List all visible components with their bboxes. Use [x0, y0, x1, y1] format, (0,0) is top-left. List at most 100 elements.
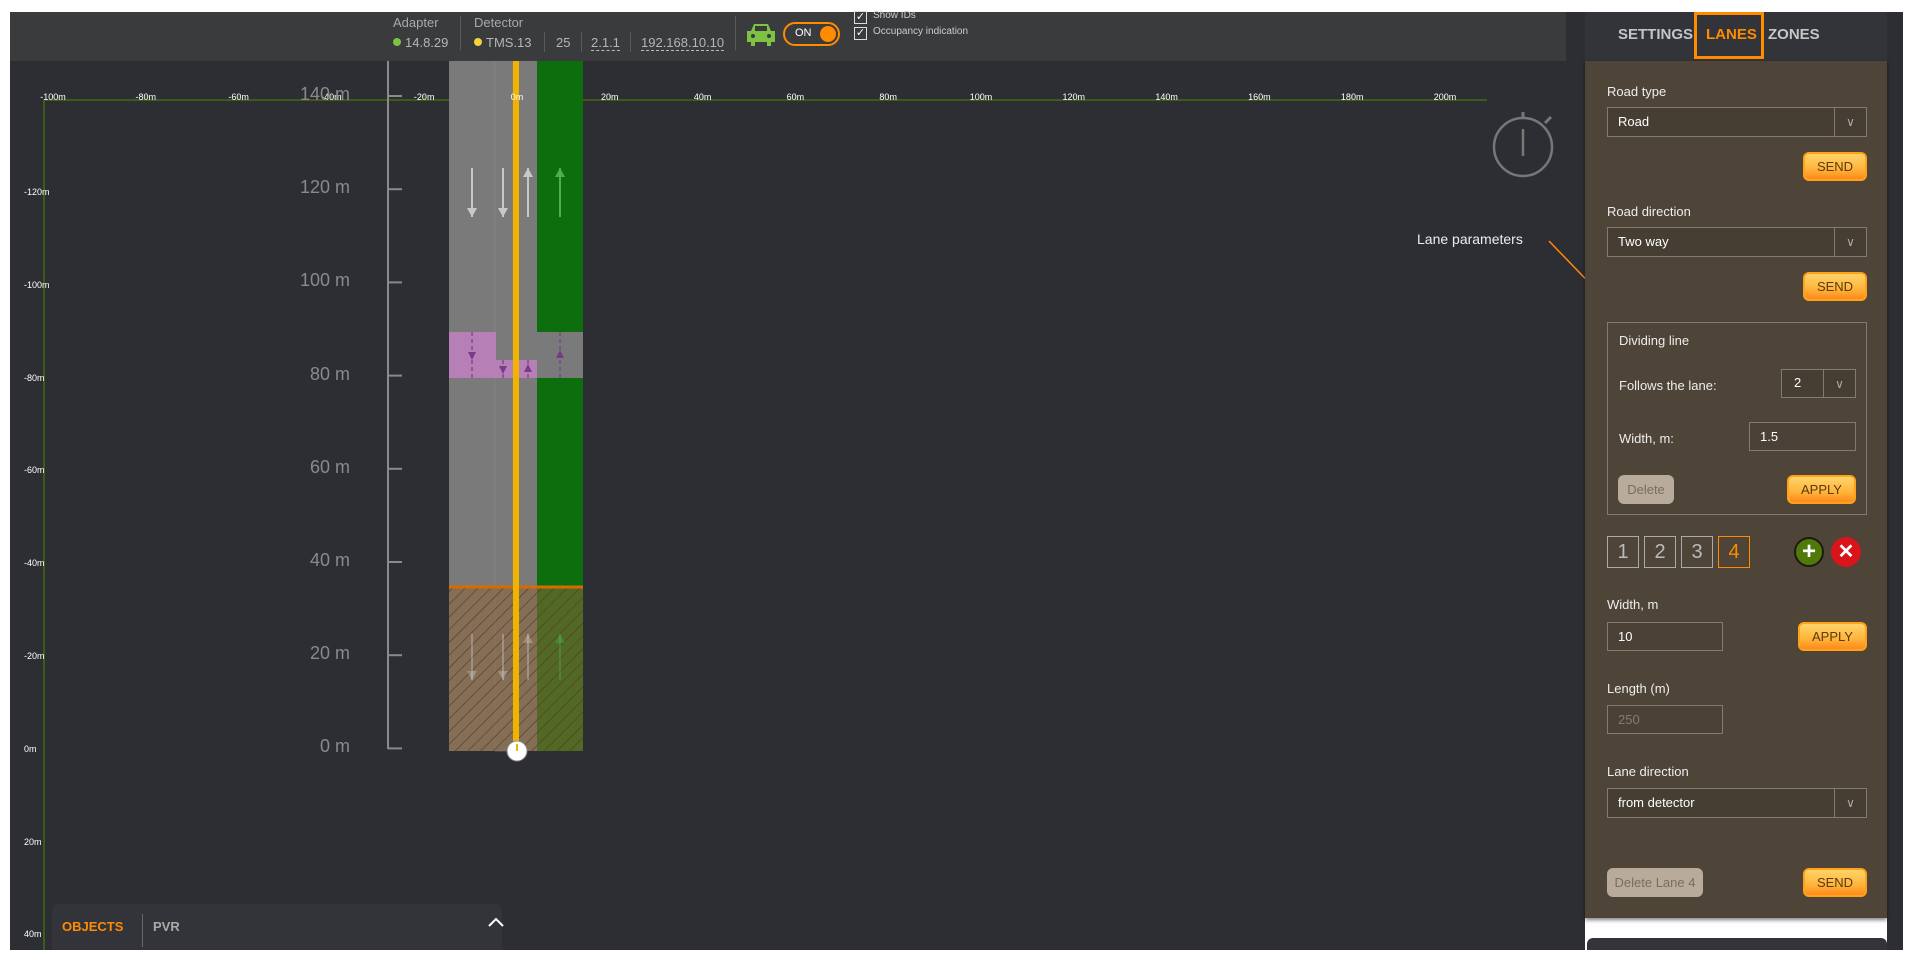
lane-direction-value: from detector — [1618, 795, 1695, 810]
x-axis-label: -20m — [413, 92, 435, 102]
adapter-version-text: 14.8.29 — [405, 35, 449, 50]
y-axis-label: 40m — [24, 929, 42, 940]
detector-status-icon — [474, 38, 482, 46]
lane-button-1[interactable]: 1 — [1607, 536, 1639, 568]
x-axis-label: -60m — [228, 92, 249, 102]
y-axis-label: 20m — [24, 836, 42, 847]
lane-width-input[interactable]: 10 — [1607, 622, 1723, 651]
meter-scale-label: 40 m — [309, 550, 350, 570]
scrollbar-track[interactable] — [1887, 12, 1903, 950]
add-lane-icon[interactable]: + — [1794, 537, 1824, 567]
tab-divider — [142, 914, 143, 947]
follows-lane-select[interactable]: 2 ∨ — [1781, 369, 1856, 398]
lane-direction-select[interactable]: from detector ∨ — [1607, 788, 1867, 818]
apply-dividing-line-button[interactable]: APPLY — [1787, 475, 1856, 504]
toggle-label: ON — [795, 27, 812, 39]
tab-settings[interactable]: SETTINGS — [1618, 26, 1693, 43]
follows-lane-label: Follows the lane: — [1619, 378, 1717, 393]
length-label: Length (m) — [1607, 681, 1670, 696]
road-type-value: Road — [1618, 114, 1650, 129]
y-axis-label: -40m — [24, 558, 45, 569]
lanes-panel: Road type Road ∨ SEND Road direction Two … — [1585, 61, 1887, 918]
lane-button-2[interactable]: 2 — [1644, 536, 1676, 568]
car-icon[interactable] — [745, 22, 777, 46]
chevron-up-icon[interactable] — [487, 916, 505, 928]
adapter-version: 14.8.29 — [393, 35, 448, 50]
header-bar: Adapter 14.8.29 Detector TMS.13 25 2.1.1… — [10, 10, 1566, 61]
tab-objects[interactable]: OBJECTS — [62, 919, 123, 934]
send-lane-button[interactable]: SEND — [1803, 868, 1867, 897]
road-type-select[interactable]: Road ∨ — [1607, 107, 1867, 137]
x-axis-label: 160m — [1248, 92, 1271, 102]
lane-direction-label: Lane direction — [1607, 764, 1689, 779]
x-axis-label: -100m — [40, 92, 66, 102]
map-drawing — [43, 12, 1585, 950]
lane-width-label: Width, m — [1607, 597, 1659, 612]
y-axis-label: 0m — [24, 743, 37, 754]
separator — [735, 16, 736, 50]
road-direction-label: Road direction — [1607, 204, 1691, 219]
separator — [630, 32, 631, 52]
y-axis-label: -100m — [24, 279, 50, 290]
x-axis-label: 0m — [510, 92, 524, 102]
occupancy-label: Occupancy indication — [873, 26, 969, 37]
send-road-type-button[interactable]: SEND — [1803, 152, 1867, 181]
firmware-link[interactable]: 2.1.1 — [591, 35, 620, 51]
separator — [544, 32, 545, 52]
stopwatch-icon-button — [1543, 115, 1553, 125]
separator — [460, 16, 461, 50]
dividing-width-input[interactable]: 1.5 — [1749, 422, 1856, 451]
chevron-down-icon: ∨ — [1834, 789, 1866, 817]
send-road-direction-button[interactable]: SEND — [1803, 272, 1867, 301]
x-axis-label: -80m — [135, 92, 157, 102]
annotation-line — [1548, 240, 1585, 280]
adapter-label: Adapter — [393, 15, 439, 30]
apply-lane-width-button[interactable]: APPLY — [1798, 622, 1867, 651]
x-axis-label: 200m — [1433, 92, 1457, 102]
tab-zones[interactable]: ZONES — [1768, 26, 1820, 43]
detector-name-text: TMS.13 — [486, 35, 532, 50]
adapter-status-icon — [393, 38, 401, 46]
detection-toggle[interactable]: ON — [783, 22, 840, 46]
road-direction-value: Two way — [1618, 234, 1669, 249]
meter-scale-label: 80 m — [309, 363, 350, 384]
detector-label: Detector — [474, 15, 524, 30]
y-axis-label: -120m — [24, 187, 50, 197]
detector-number: 25 — [556, 35, 571, 50]
meter-scale-label: 20 m — [309, 643, 350, 664]
dividing-line — [513, 12, 519, 751]
y-axis-label: -60m — [24, 465, 45, 476]
x-axis-label: 180m — [1340, 92, 1364, 102]
length-input: 250 — [1607, 705, 1723, 734]
detector-name: TMS.13 — [474, 35, 532, 50]
road-direction-select[interactable]: Two way ∨ — [1607, 227, 1867, 257]
show-ids-checkbox[interactable]: ✓ — [854, 11, 867, 24]
delete-lane-button[interactable]: Delete Lane 4 — [1607, 868, 1703, 897]
next-section — [1587, 938, 1887, 950]
remove-lane-icon[interactable]: ✕ — [1831, 537, 1861, 567]
x-axis-label: 120m — [1062, 92, 1086, 102]
tab-pvr[interactable]: PVR — [153, 919, 180, 934]
objects-panel: OBJECTS PVR — [52, 904, 505, 950]
y-axis-label: -20m — [24, 651, 45, 661]
chevron-down-icon: ∨ — [1834, 108, 1866, 136]
x-axis-label: 20m — [601, 92, 619, 102]
x-axis-label: 60m — [786, 92, 805, 102]
lane-button-4[interactable]: 4 — [1718, 536, 1750, 568]
dividing-width-label: Width, m: — [1619, 431, 1674, 446]
x-axis-label: 40m — [693, 92, 712, 102]
tab-lanes[interactable]: LANES — [1706, 26, 1757, 43]
occupancy-checkbox[interactable]: ✓ — [854, 27, 867, 40]
sidebar-tabs: SETTINGS LANES ZONES — [1585, 12, 1903, 61]
dividing-line-box: Dividing line Follows the lane: 2 ∨ Width… — [1607, 322, 1867, 515]
chevron-down-icon: ∨ — [1823, 370, 1855, 397]
lane-button-3[interactable]: 3 — [1681, 536, 1713, 568]
delete-dividing-line-button[interactable]: Delete — [1618, 475, 1674, 504]
x-axis-label: 80m — [879, 92, 897, 102]
x-axis-label: 140m — [1155, 92, 1178, 102]
road-type-label: Road type — [1607, 84, 1667, 99]
meter-scale-label: 100 m — [299, 270, 350, 291]
meter-scale-label: 60 m — [309, 456, 350, 477]
map-canvas[interactable]: -100m -80m -60m -40m -20m 0m 20m 40m 60m 80m 100m 1… — [10, 12, 1585, 950]
ip-link[interactable]: 192.168.10.10 — [641, 35, 725, 51]
